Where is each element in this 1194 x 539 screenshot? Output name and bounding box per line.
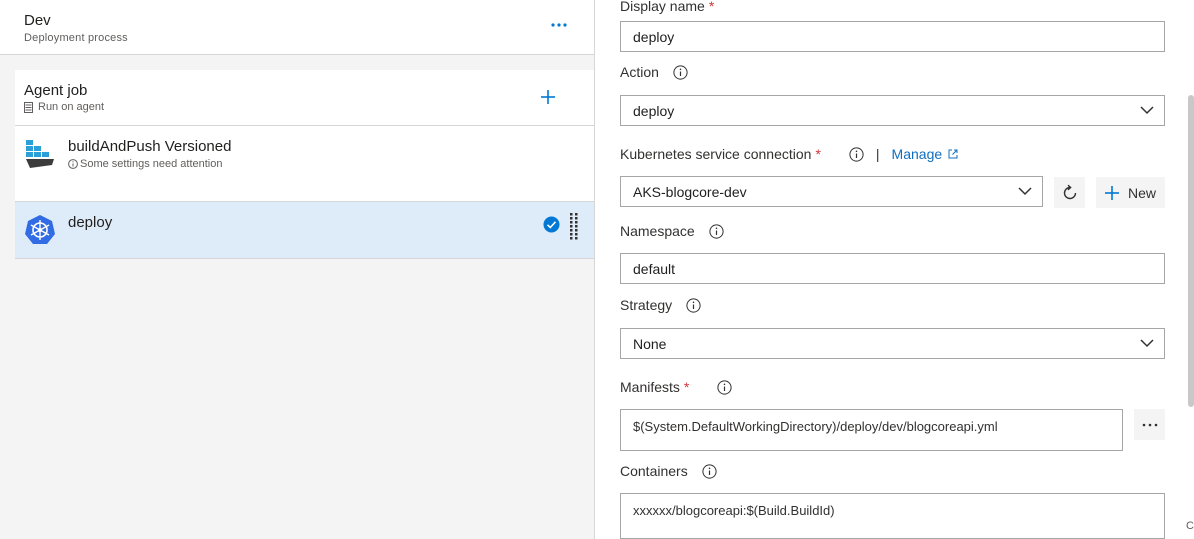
namespace-label-text: Namespace [620,223,695,239]
k8s-connection-select[interactable]: AKS-blogcore-dev [620,176,1043,207]
action-label-text: Action [620,64,659,80]
kubernetes-icon [25,215,55,244]
info-icon [68,159,78,169]
new-button-label: New [1128,184,1157,201]
containers-label-text: Containers [620,463,688,479]
task-name: deploy [68,214,113,231]
strategy-label-text: Strategy [620,297,673,313]
stage-more-button[interactable] [546,12,572,38]
required-marker: * [815,146,821,162]
stage-title: Dev [24,12,51,29]
namespace-value: default [633,260,676,277]
docker-icon [26,140,54,168]
strategy-value: None [633,335,667,352]
chevron-down-icon [1140,106,1154,115]
chevron-down-icon [1140,339,1154,348]
agent-job-title: Agent job [24,82,88,99]
manifests-label-text: Manifests [620,379,680,395]
pipeline-panel: Dev Deployment process Agent job Run on … [0,0,594,539]
display-name-label: Display name * [620,0,714,14]
containers-value: xxxxxx/blogcoreapi:$(Build.BuildId) [633,503,835,518]
task-warning-row: Some settings need attention [68,158,222,170]
action-label: Action [620,64,688,80]
action-select[interactable]: deploy [620,95,1165,126]
task-name: buildAndPush Versioned [68,138,232,155]
manifests-input[interactable]: $(System.DefaultWorkingDirectory)/deploy… [620,409,1123,451]
info-icon[interactable] [717,379,732,395]
task-settings-panel: Display name * deploy Action deploy Kuber… [594,0,1194,539]
plus-icon [1105,185,1119,200]
drag-handle-icon[interactable] [570,213,579,241]
more-horizontal-icon [1142,423,1157,426]
job-list: Agent job Run on agent buildAndPush Vers… [15,70,594,259]
k8s-connection-value: AKS-blogcore-dev [633,183,747,200]
info-icon[interactable] [673,64,688,80]
agent-job[interactable]: Agent job Run on agent [15,70,594,126]
agent-job-subtitle-row: Run on agent [24,101,104,113]
required-marker: * [683,379,690,395]
strategy-select[interactable]: None [620,328,1165,359]
display-name-label-text: Display name [620,0,705,14]
info-icon[interactable] [702,463,717,479]
task-warning: Some settings need attention [80,158,223,170]
namespace-label: Namespace [620,223,724,239]
info-icon[interactable] [709,223,724,239]
manage-link-text: Manage [891,146,943,162]
required-marker: * [708,0,715,14]
add-task-button[interactable] [535,84,561,110]
more-horizontal-icon [551,23,567,27]
refresh-button[interactable] [1054,177,1085,208]
server-icon [24,101,33,113]
k8s-connection-label: Kubernetes service connection * | Manage [620,146,958,162]
separator: | [875,146,880,162]
plus-icon [541,90,555,104]
namespace-input[interactable]: default [620,253,1165,284]
containers-input[interactable]: xxxxxx/blogcoreapi:$(Build.BuildId) [620,493,1165,539]
external-link-icon [948,149,958,159]
agent-job-subtitle: Run on agent [38,101,105,113]
info-icon[interactable] [849,146,864,162]
info-icon[interactable] [686,297,701,313]
new-connection-button[interactable]: New [1096,177,1165,208]
chevron-down-icon [1018,187,1032,196]
edge-text: C [1186,520,1194,532]
strategy-label: Strategy [620,297,701,313]
browse-manifests-button[interactable] [1134,409,1165,440]
display-name-input[interactable]: deploy [620,21,1165,52]
stage-subtitle: Deployment process [24,32,128,44]
panel-scrollbar[interactable] [1188,95,1194,407]
k8s-connection-label-text: Kubernetes service connection [620,146,812,162]
refresh-icon [1063,184,1076,199]
action-value: deploy [633,102,675,119]
manage-link[interactable]: Manage [892,146,959,162]
task-deploy[interactable]: deploy [15,202,594,259]
display-name-value: deploy [633,28,675,45]
check-circle-icon [543,216,560,233]
manifests-value: $(System.DefaultWorkingDirectory)/deploy… [633,419,998,434]
containers-label: Containers [620,463,717,479]
task-buildandpush[interactable]: buildAndPush Versioned Some settings nee… [15,126,594,202]
manifests-label: Manifests * [620,379,732,395]
stage-header: Dev Deployment process [0,0,594,55]
